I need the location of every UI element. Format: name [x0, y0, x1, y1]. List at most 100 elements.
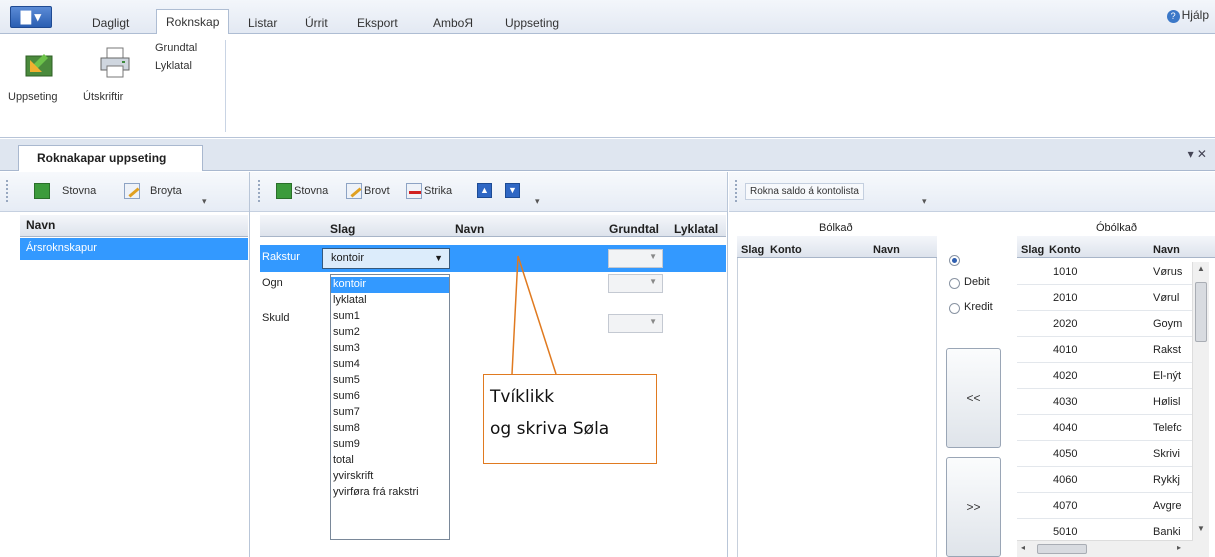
table-row[interactable]: 4040 Telefc [1017, 415, 1192, 441]
vertical-scrollbar[interactable]: ▲ ▼ [1192, 262, 1209, 557]
dropdown-option-sum6[interactable]: sum6 [331, 389, 449, 405]
middle-add-button[interactable]: Stovna [294, 185, 328, 197]
row-label: Rakstur [262, 251, 300, 263]
tab-uppseting[interactable]: Uppseting [505, 12, 559, 34]
utskriftir-button[interactable]: Útskriftir [78, 44, 148, 106]
annotation-callout: Tvíklikk og skriva Søla [483, 374, 657, 464]
ribbon-body: Uppseting Útskriftir Grundtal Lyklatal [0, 34, 1215, 138]
table-row[interactable]: 4020 El-nýt [1017, 363, 1192, 389]
menu-lyklatal[interactable]: Lyklatal [155, 60, 192, 72]
table-row[interactable]: 1010 Vørus [1017, 259, 1192, 285]
middle-delete-button[interactable]: Strika [424, 185, 452, 197]
tab-listar[interactable]: Listar [248, 12, 277, 34]
table-row[interactable]: 4030 Hølisl [1017, 389, 1192, 415]
dropdown-option-total[interactable]: total [331, 453, 449, 469]
dropdown-option-sum3[interactable]: sum3 [331, 341, 449, 357]
slag-combobox-value: kontoir [331, 252, 365, 264]
middle-toolbar: Stovna Brovt Strika ▲ ▼ ▾ [250, 172, 727, 212]
table-row[interactable]: 4050 Skrivi [1017, 441, 1192, 467]
edit-icon [124, 183, 140, 199]
header-grundtal[interactable]: Grundtal [609, 219, 659, 240]
konto-cell: 4060 [1053, 474, 1078, 486]
scroll-up-icon[interactable]: ▲ [1197, 264, 1205, 273]
dropdown-option-sum1[interactable]: sum1 [331, 309, 449, 325]
middle-edit-button[interactable]: Brovt [364, 185, 390, 197]
help-button[interactable]: ? Hjálp [1166, 8, 1209, 23]
dropdown-option-sum2[interactable]: sum2 [331, 325, 449, 341]
dropdown-option-sum7[interactable]: sum7 [331, 405, 449, 421]
table-row[interactable]: 4060 Rykkj [1017, 467, 1192, 493]
navn-cell: Rykkj [1153, 474, 1180, 486]
move-down-icon[interactable]: ▼ [505, 183, 520, 198]
table-row[interactable]: 4070 Avgre [1017, 493, 1192, 519]
table-row[interactable]: 4010 Rakst [1017, 337, 1192, 363]
uppseting-label: Uppseting [8, 91, 58, 103]
navn-cell: Banki [1153, 526, 1181, 538]
header-navn[interactable]: Navn [455, 219, 484, 240]
tab-eksport[interactable]: Eksport [357, 12, 398, 34]
document-tab-strip: Roknakapar uppseting ▾ ✕ [0, 139, 1215, 171]
slag-combobox[interactable]: kontoir ▼ [322, 248, 450, 269]
grundtal-combobox[interactable]: ▼ [608, 274, 663, 293]
dropdown-option-sum9[interactable]: sum9 [331, 437, 449, 453]
radio-kredit[interactable] [949, 303, 960, 314]
dropdown-option-sum4[interactable]: sum4 [331, 357, 449, 373]
add-icon [276, 183, 292, 199]
grouped-header: Slag Konto Navn [737, 236, 937, 258]
left-header-navn[interactable]: Navn [20, 215, 248, 237]
move-left-button[interactable]: << [946, 348, 1001, 448]
rokna-saldo-button[interactable]: Rokna saldo á kontolista [745, 183, 864, 200]
toolbar-overflow-icon[interactable]: ▾ [535, 196, 545, 208]
header-lyklatal[interactable]: Lyklatal [674, 219, 718, 240]
table-row[interactable]: 2020 Goym [1017, 311, 1192, 337]
scrollbar-thumb[interactable] [1195, 282, 1207, 342]
ungrouped-header-navn[interactable]: Navn [1153, 240, 1180, 261]
ungrouped-header-slag[interactable]: Slag [1021, 240, 1044, 261]
horizontal-scrollbar[interactable]: ◂ ▸ [1017, 540, 1193, 557]
dropdown-option-sum5[interactable]: sum5 [331, 373, 449, 389]
dropdown-option-yvirfora[interactable]: yvirføra frá rakstri [331, 485, 449, 501]
uppseting-button[interactable]: Uppseting [8, 44, 72, 106]
scroll-right-icon[interactable]: ▸ [1177, 543, 1181, 552]
dropdown-option-kontoir[interactable]: kontoir [331, 277, 449, 293]
toolbar-grip [6, 180, 9, 202]
tab-urrit[interactable]: Úrrit [305, 12, 328, 34]
list-item[interactable]: Ársroknskapur [20, 238, 248, 260]
toolbar-overflow-icon[interactable]: ▾ [202, 196, 212, 208]
left-edit-button[interactable]: Broyta [150, 185, 182, 197]
header-slag[interactable]: Slag [330, 219, 355, 240]
navn-cell: Vørul [1153, 292, 1180, 304]
grundtal-combobox[interactable]: ▼ [608, 314, 663, 333]
radio-all[interactable] [949, 255, 960, 266]
dropdown-option-sum8[interactable]: sum8 [331, 421, 449, 437]
left-add-button[interactable]: Stovna [62, 185, 96, 197]
tab-roknskap[interactable]: Roknskap [156, 9, 230, 35]
dropdown-option-lyklatal[interactable]: lyklatal [331, 293, 449, 309]
edit-icon [346, 183, 362, 199]
ungrouped-header-konto[interactable]: Konto [1049, 240, 1081, 261]
table-row[interactable]: 5010 Banki [1017, 519, 1192, 540]
doc-window-controls[interactable]: ▾ ✕ [1188, 147, 1207, 161]
scroll-down-icon[interactable]: ▼ [1197, 524, 1205, 533]
chevron-down-icon: ▼ [649, 317, 657, 326]
menu-grundtal[interactable]: Grundtal [155, 42, 197, 54]
navn-cell: Vørus [1153, 266, 1183, 278]
app-menu-button[interactable]: ▇ ▾ [10, 6, 52, 28]
tab-ambod[interactable]: AmboЯ [433, 12, 473, 34]
chevron-down-icon: ▼ [649, 277, 657, 286]
tab-dagligt[interactable]: Dagligt [92, 12, 129, 34]
scrollbar-thumb[interactable] [1037, 544, 1087, 554]
dropdown-option-yvirskrift[interactable]: yvirskrift [331, 469, 449, 485]
scroll-left-icon[interactable]: ◂ [1021, 543, 1025, 552]
left-panel: Stovna Broyta ▾ Navn Ársroknskapur [0, 172, 250, 557]
move-right-button[interactable]: >> [946, 457, 1001, 557]
move-up-icon[interactable]: ▲ [477, 183, 492, 198]
table-row[interactable]: 2010 Vørul [1017, 285, 1192, 311]
doc-tab-roknakapar-uppseting[interactable]: Roknakapar uppseting [18, 145, 203, 171]
grouped-list[interactable] [737, 258, 937, 557]
toolbar-overflow-icon[interactable]: ▾ [922, 196, 932, 208]
radio-debit[interactable] [949, 278, 960, 289]
grundtal-combobox[interactable]: ▼ [608, 249, 663, 268]
row-label: Skuld [262, 312, 290, 324]
table-row[interactable]: Rakstur kontoir ▼ ▼ [260, 245, 726, 272]
